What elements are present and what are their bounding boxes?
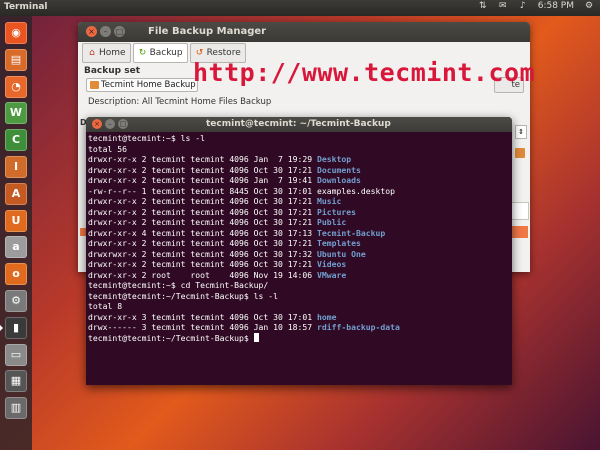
- watermark-text: http://www.tecmint.com: [193, 58, 536, 87]
- software-center-icon[interactable]: A: [5, 182, 27, 205]
- terminal-line: drwxr-xr-x 2 tecmint tecmint 4096 Oct 30…: [88, 164, 361, 175]
- minimize-icon[interactable]: –: [100, 26, 111, 37]
- restore-arrow-icon: ↺: [195, 48, 204, 58]
- network-icon[interactable]: ⇅: [478, 1, 488, 11]
- terminal-line: tecmint@tecmint:~$ cd Tecmint-Backup/: [88, 280, 269, 290]
- list-frame: [512, 202, 529, 220]
- terminal-line: drwx------ 3 tecmint tecmint 4096 Jan 10…: [88, 322, 400, 332]
- active-app-title: Terminal: [4, 2, 48, 12]
- tab-home[interactable]: ⌂ Home: [82, 43, 131, 63]
- directory-name: Ubuntu One: [317, 248, 366, 259]
- backup-set-description: Description: All Tecmint Home Files Back…: [88, 97, 272, 107]
- maximize-icon[interactable]: □: [118, 119, 128, 129]
- minimize-icon[interactable]: –: [105, 119, 115, 129]
- backup-window-fragment: ⇕: [512, 118, 530, 272]
- terminal-line: drwxr-xr-x 2 tecmint tecmint 4096 Oct 30…: [88, 206, 357, 217]
- selected-set: Tecmint Home Backup: [101, 80, 196, 90]
- top-panel: Terminal ⇅ ✉ ♪ 6:58 PM ⚙: [0, 0, 600, 16]
- terminal-line: drwxr-xr-x 2 tecmint tecmint 4096 Oct 30…: [88, 217, 347, 227]
- backup-set-select[interactable]: Tecmint Home Backup: [86, 78, 198, 92]
- spinner-control[interactable]: ⇕: [515, 125, 527, 139]
- terminal-line: drwxr-xr-x 2 root root 4096 Nov 19 14:06…: [88, 269, 347, 280]
- calc-icon[interactable]: C: [5, 129, 27, 152]
- terminal-line: tecmint@tecmint:~$ ls -l: [88, 133, 205, 143]
- terminal-icon[interactable]: ▮: [5, 316, 27, 339]
- tab-label: Backup: [149, 48, 183, 58]
- terminal-line: tecmint@tecmint:~/Tecmint-Backup$ ls -l: [88, 290, 279, 301]
- progress-accent: [512, 226, 528, 238]
- folder-button[interactable]: [515, 148, 525, 158]
- backup-window-left-fragment: D: [78, 118, 87, 272]
- trash-icon[interactable]: ▥: [5, 397, 27, 420]
- clock[interactable]: 6:58 PM: [538, 1, 574, 11]
- mail-icon[interactable]: ✉: [498, 1, 508, 11]
- impress-icon[interactable]: I: [5, 156, 27, 178]
- tab-label: Home: [99, 48, 126, 58]
- directory-name: rdiff-backup-data: [317, 322, 400, 332]
- settings-icon[interactable]: ⚙: [5, 290, 27, 312]
- writer-icon[interactable]: W: [5, 102, 27, 125]
- terminal-line: drwxr-xr-x 2 tecmint tecmint 4096 Jan 7 …: [88, 154, 352, 164]
- tab-backup[interactable]: ↻ Backup: [132, 43, 188, 63]
- directory-name: Desktop: [317, 154, 352, 164]
- directory-name: Music: [317, 196, 342, 206]
- directory-name: Templates: [317, 238, 361, 248]
- maximize-icon[interactable]: □: [114, 26, 125, 37]
- backup-icon[interactable]: ▭: [5, 343, 27, 366]
- directory-name: Tecmint-Backup: [317, 227, 386, 238]
- terminal-line: total 8: [88, 301, 123, 311]
- active-indicator: [0, 324, 3, 331]
- indicator-area: ⇅ ✉ ♪ 6:58 PM ⚙: [478, 1, 594, 11]
- terminal-line: -rw-r--r-- 1 tecmint tecmint 8445 Oct 30…: [88, 185, 395, 196]
- firefox-icon[interactable]: ◔: [5, 75, 27, 98]
- ubuntu-one-icon[interactable]: U: [5, 209, 27, 232]
- backup-arrow-icon: ↻: [138, 48, 147, 58]
- directory-name: Downloads: [317, 175, 361, 185]
- workspace-icon[interactable]: ▦: [5, 370, 27, 393]
- terminal-line: drwxr-xr-x 2 tecmint tecmint 4096 Oct 30…: [88, 196, 342, 206]
- tab-label: Restore: [206, 48, 241, 58]
- home-icon: ⌂: [89, 48, 95, 58]
- terminal-title: tecmint@tecmint: ~/Tecmint-Backup: [206, 119, 391, 129]
- directory-name: VMware: [317, 269, 347, 280]
- ubuntu-one-music-icon[interactable]: o: [5, 263, 27, 286]
- folder-icon: [90, 81, 99, 89]
- backup-set-label: Backup set: [84, 66, 140, 76]
- terminal-titlebar[interactable]: × – □ tecmint@tecmint: ~/Tecmint-Backup: [86, 117, 512, 132]
- dash-icon[interactable]: ◉: [5, 22, 27, 44]
- terminal-window[interactable]: × – □ tecmint@tecmint: ~/Tecmint-Backup …: [86, 117, 512, 385]
- text-cursor: [253, 332, 259, 342]
- directory-name: Pictures: [317, 206, 357, 217]
- terminal-line: total 56: [88, 143, 127, 154]
- close-icon[interactable]: ×: [86, 26, 97, 37]
- terminal-output[interactable]: tecmint@tecmint:~$ ls -l total 56 drwxr-xr…: [88, 133, 510, 343]
- directory-name: Public: [317, 217, 347, 227]
- amazon-icon[interactable]: a: [5, 236, 27, 259]
- terminal-line: drwxr-xr-x 4 tecmint tecmint 4096 Oct 30…: [88, 227, 386, 238]
- close-icon[interactable]: ×: [92, 119, 102, 129]
- terminal-line: drwxr-xr-x 2 tecmint tecmint 4096 Jan 7 …: [88, 175, 361, 185]
- terminal-line: drwxr-xr-x 2 tecmint tecmint 4096 Oct 30…: [88, 259, 347, 269]
- terminal-line: drwxr-xr-x 2 tecmint tecmint 4096 Oct 30…: [88, 238, 361, 248]
- directory-name: Videos: [317, 259, 347, 269]
- terminal-line: drwxr-xr-x 3 tecmint tecmint 4096 Oct 30…: [88, 311, 337, 322]
- terminal-line: drwxrwxr-x 2 tecmint tecmint 4096 Oct 30…: [88, 248, 366, 259]
- directory-name: Documents: [317, 164, 361, 175]
- terminal-prompt-line[interactable]: tecmint@tecmint:~/Tecmint-Backup$: [88, 332, 510, 344]
- power-icon[interactable]: ⚙: [584, 1, 594, 11]
- window-titlebar[interactable]: × – □ File Backup Manager: [78, 22, 530, 42]
- directory-name: home: [317, 311, 337, 322]
- window-title: File Backup Manager: [148, 26, 267, 37]
- files-icon[interactable]: ▤: [5, 48, 27, 71]
- volume-icon[interactable]: ♪: [518, 1, 528, 11]
- launcher: ◉ ▤ ◔ W C I A Ua o ⚙ ▮ ▭ ▦ ▥: [0, 16, 32, 450]
